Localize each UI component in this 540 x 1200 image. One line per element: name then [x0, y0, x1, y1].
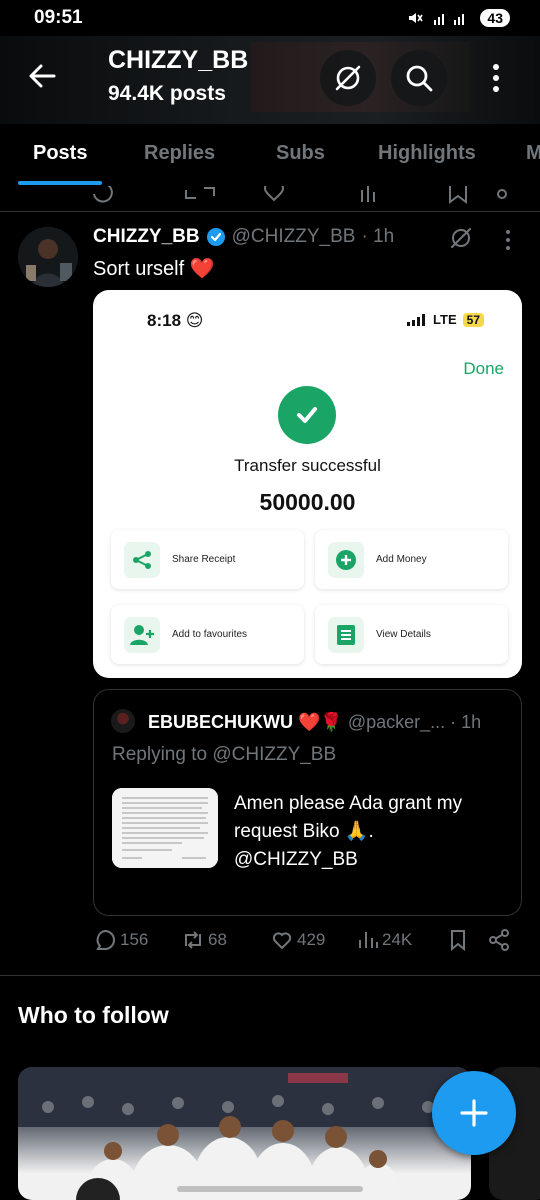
back-button[interactable]: [24, 58, 60, 94]
tweet-time: · 1h: [361, 226, 395, 247]
tab-subs[interactable]: Subs: [276, 142, 325, 165]
battery-level: 43: [480, 9, 510, 27]
quote-author-handle: @packer_...: [347, 712, 446, 732]
divider: [0, 211, 540, 212]
quote-replying-to: Replying to @CHIZZY_BB: [112, 744, 336, 766]
receipt-action-label: Share Receipt: [172, 554, 236, 565]
quote-author-avatar: [111, 709, 135, 733]
grok-icon: [451, 228, 471, 248]
tweet-more-button[interactable]: [504, 229, 512, 256]
replying-prefix: Replying to: [112, 744, 208, 765]
previous-post-actions: [0, 186, 540, 208]
who-to-follow-heading: Who to follow: [18, 1002, 169, 1028]
receipt-battery: 57: [462, 312, 484, 327]
share-icon: [489, 929, 509, 951]
home-indicator[interactable]: [177, 1186, 363, 1192]
tweet-media-receipt[interactable]: 8:18 😊 LTE 57 Done Transfer successful 5…: [93, 290, 522, 678]
reply-count: 156: [120, 930, 149, 949]
signal-icon: [434, 14, 465, 25]
quote-time: · 1h: [450, 712, 482, 732]
receipt-action-label: Add to favourites: [172, 629, 248, 640]
tweet-header: CHIZZY_BB @CHIZZY_BB · 1h: [93, 226, 394, 248]
receipt-details-card: View Details: [315, 605, 508, 664]
views-count: 24K: [382, 930, 413, 949]
back-arrow-icon: [29, 64, 56, 88]
tweet-actions: 156 68 429 24K: [93, 928, 523, 958]
quote-media-thumbnail: [112, 788, 218, 868]
post-count: 94.4K posts: [108, 82, 226, 105]
plus-icon: [460, 1099, 488, 1127]
receipt-status-icons: LTE 57: [407, 312, 484, 327]
quote-body: Amen please Ada grant my request Biko 🙏.: [234, 793, 463, 842]
receipt-action-label: Add Money: [376, 554, 427, 565]
reply-icon: [96, 929, 115, 950]
previous-post-action-icons: [93, 186, 507, 204]
success-check-icon: [278, 386, 336, 444]
grok-tweet-button[interactable]: [448, 225, 474, 256]
document-thumbnail: [112, 788, 218, 868]
share-button[interactable]: [487, 928, 511, 952]
author-handle[interactable]: @CHIZZY_BB: [232, 226, 356, 248]
heart-icon: [272, 932, 292, 950]
more-vertical-icon: [493, 64, 499, 92]
tab-replies[interactable]: Replies: [144, 142, 215, 165]
views-icon: [359, 932, 378, 948]
tab-highlights[interactable]: Highlights: [378, 142, 476, 165]
compose-post-button[interactable]: [432, 1071, 516, 1155]
signal-icon: [407, 313, 426, 326]
repost-count: 68: [208, 930, 227, 949]
avatar-photo: [18, 227, 78, 287]
like-count: 429: [297, 930, 326, 949]
repost-button[interactable]: 68: [181, 928, 227, 952]
add-person-icon: [124, 616, 160, 653]
search-button[interactable]: [391, 50, 447, 106]
receipt-favourites-card: Add to favourites: [111, 605, 304, 664]
receipt-time: 8:18 😊: [147, 311, 204, 330]
receipt-done: Done: [463, 359, 504, 378]
bookmark-icon: [451, 930, 465, 952]
replying-handle: @CHIZZY_BB: [212, 744, 337, 765]
receipt-network: LTE: [433, 312, 457, 327]
share-icon: [124, 541, 160, 578]
quote-author-name: EBUBECHUKWU ❤️🌹: [148, 712, 343, 732]
quote-mention[interactable]: @CHIZZY_BB: [234, 849, 358, 870]
divider: [0, 975, 540, 976]
tab-active-indicator: [18, 181, 102, 185]
grok-icon: [335, 65, 361, 91]
tab-media[interactable]: M: [526, 142, 540, 165]
receipt-message: Transfer successful: [234, 456, 381, 475]
tab-posts[interactable]: Posts: [33, 142, 87, 165]
grok-button[interactable]: [320, 50, 376, 106]
tweet-text: Sort urself ❤️: [93, 258, 215, 280]
views-button[interactable]: 24K: [357, 928, 412, 952]
receipt-amount: 50000.00: [259, 489, 356, 515]
more-vertical-icon: [506, 230, 510, 250]
quote-header: EBUBECHUKWU ❤️🌹 @packer_... · 1h: [148, 712, 481, 733]
bookmark-button[interactable]: [447, 928, 469, 952]
profile-header: CHIZZY_BB 94.4K posts: [0, 36, 540, 124]
mute-icon: [409, 13, 424, 23]
receipt-add-money-card: Add Money: [315, 530, 508, 589]
list-icon: [328, 616, 364, 653]
receipt-share-card: Share Receipt: [111, 530, 304, 589]
follow-suggestion-card[interactable]: [18, 1067, 471, 1200]
quote-text: Amen please Ada grant my request Biko 🙏.…: [234, 790, 504, 874]
status-bar: 09:51 43: [0, 0, 540, 36]
profile-tabs: Posts Replies Subs Highlights M: [0, 124, 540, 186]
receipt-action-label: View Details: [376, 629, 431, 640]
reply-button[interactable]: 156: [93, 928, 148, 952]
search-icon: [406, 65, 433, 92]
add-circle-icon: [328, 541, 364, 578]
like-button[interactable]: 429: [270, 928, 325, 952]
status-icons: 43: [406, 9, 510, 27]
more-button[interactable]: [478, 58, 514, 98]
follow-card-photo: [18, 1067, 471, 1200]
verified-badge-icon: [206, 228, 225, 246]
profile-name: CHIZZY_BB: [108, 46, 249, 74]
repost-icon: [185, 931, 201, 949]
author-name[interactable]: CHIZZY_BB: [93, 226, 200, 248]
quoted-tweet[interactable]: EBUBECHUKWU ❤️🌹 @packer_... · 1h Replyin…: [93, 689, 522, 916]
author-avatar[interactable]: [18, 227, 78, 287]
status-time: 09:51: [34, 7, 83, 28]
